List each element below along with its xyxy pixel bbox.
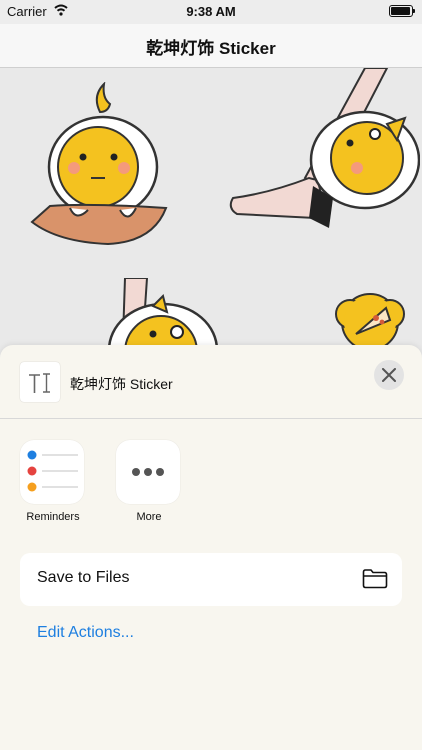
share-sheet: 乾坤灯饰 Sticker Reminders More Save to File… <box>0 345 422 750</box>
close-icon <box>382 368 396 382</box>
status-bar: Carrier 9:38 AM <box>0 0 422 24</box>
battery-icon <box>389 5 415 17</box>
app-label-reminders: Reminders <box>26 511 80 523</box>
document-thumbnail <box>20 362 60 402</box>
sticker-egg-with-leg[interactable] <box>225 68 420 243</box>
page-title: 乾坤灯饰 Sticker <box>146 39 276 58</box>
sticker-egg-peeking[interactable] <box>28 82 178 262</box>
more-icon <box>116 440 180 504</box>
edit-actions-link[interactable]: Edit Actions... <box>37 624 134 642</box>
save-to-files-label: Save to Files <box>37 569 130 586</box>
close-button[interactable] <box>374 360 404 390</box>
battery-fill <box>391 7 410 15</box>
app-more[interactable]: More <box>116 440 182 523</box>
save-to-files-button[interactable]: Save to Files <box>20 553 402 606</box>
folder-icon <box>362 569 388 589</box>
navigation-bar: 乾坤灯饰 Sticker <box>0 24 422 68</box>
reminders-icon <box>20 440 84 504</box>
app-reminders[interactable]: Reminders <box>20 440 86 523</box>
text-document-icon <box>29 373 50 393</box>
share-sheet-header: 乾坤灯饰 Sticker <box>0 345 422 419</box>
share-sheet-title: 乾坤灯饰 Sticker <box>70 376 173 392</box>
app-label-more: More <box>136 511 162 523</box>
clock: 9:38 AM <box>186 4 236 19</box>
